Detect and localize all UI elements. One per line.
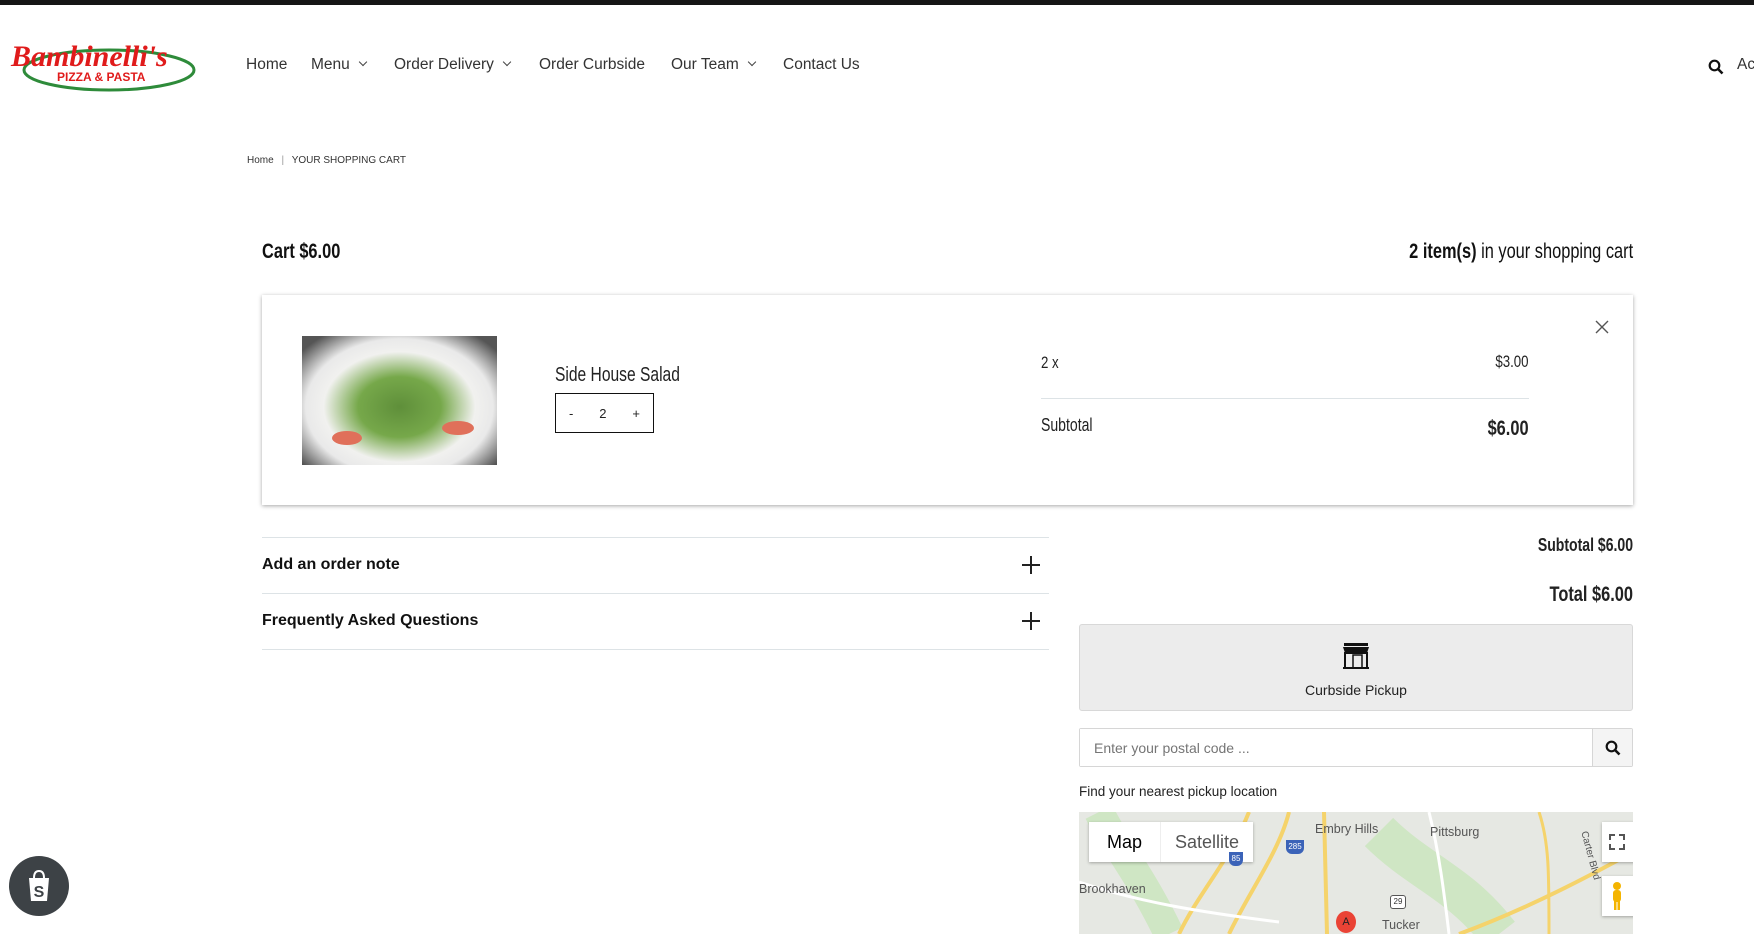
postal-search-button[interactable] (1592, 729, 1632, 766)
product-image[interactable] (302, 336, 497, 465)
shopify-badge[interactable]: S (9, 856, 69, 916)
logo[interactable]: Bambinelli's PIZZA & PASTA (9, 36, 197, 92)
street-view-pegman[interactable] (1602, 876, 1633, 916)
top-bar (0, 0, 1754, 5)
find-location-text: Find your nearest pickup location (1079, 784, 1278, 799)
accordion-order-note[interactable]: Add an order note (262, 538, 1049, 593)
cart-title-text: Cart $6.00 (262, 240, 341, 263)
nav-home[interactable]: Home (246, 56, 287, 74)
decrease-button[interactable]: - (569, 406, 573, 421)
accordion-label: Frequently Asked Questions (262, 612, 479, 629)
map-tab-map[interactable]: Map (1089, 822, 1162, 862)
interstate-shield: 285 (1286, 840, 1304, 854)
subtotal-label-text: Subtotal (1041, 415, 1093, 435)
tomato-slice (332, 431, 362, 445)
qty-label: 2 x (1041, 353, 1064, 373)
nav-our-team[interactable]: Our Team (671, 56, 757, 74)
shopify-bag-icon: S (29, 869, 49, 901)
storefront-icon (1343, 643, 1369, 669)
nav-label: Order Delivery (394, 56, 494, 73)
unit-price-text: $3.00 (1495, 352, 1529, 371)
item-subtotal-label: Subtotal (1041, 415, 1107, 436)
unit-price: $3.00 (1486, 352, 1529, 372)
item-name-text: Side House Salad (555, 364, 680, 386)
svg-text:PIZZA & PASTA: PIZZA & PASTA (57, 70, 146, 84)
accordion-label: Add an order note (262, 556, 400, 573)
logo-image: Bambinelli's PIZZA & PASTA (10, 40, 196, 92)
nav-menu[interactable]: Menu (311, 56, 368, 74)
fullscreen-button[interactable] (1602, 822, 1633, 862)
breadcrumb-current: YOUR SHOPPING CART (291, 155, 406, 166)
divider (262, 649, 1049, 650)
item-subtotal: $6.00 (1476, 417, 1529, 441)
pickup-map[interactable]: Map Satellite Embry Hills Pittsburg Broo… (1079, 812, 1633, 934)
postal-code-search (1079, 728, 1633, 767)
map-label: Brookhaven (1079, 882, 1146, 896)
summary-subtotal-text: Subtotal $6.00 (1537, 535, 1633, 555)
divider (1041, 398, 1529, 399)
cart-count: 2 item(s) in your shopping cart (1346, 240, 1633, 264)
us-route-shield: 29 (1390, 895, 1406, 909)
map-label: Pittsburg (1430, 825, 1480, 839)
search-icon[interactable] (1708, 59, 1724, 75)
interstate-shield: 85 (1229, 852, 1243, 866)
postal-code-input[interactable] (1080, 729, 1592, 766)
plus-icon[interactable] (1022, 612, 1040, 630)
cart-item-card: Side House Salad - 2 + 2 x $3.00 Subtota… (262, 295, 1633, 505)
chevron-down-icon (358, 57, 368, 67)
plus-icon[interactable] (1022, 556, 1040, 574)
nav-contact-us[interactable]: Contact Us (783, 56, 860, 74)
summary-total-text: Total $6.00 (1549, 583, 1633, 606)
close-icon[interactable] (1595, 320, 1609, 334)
curbside-pickup-label: Curbside Pickup (1305, 682, 1407, 698)
quantity-value[interactable]: 2 (599, 406, 606, 421)
search-icon (1605, 740, 1620, 755)
accordion-faq[interactable]: Frequently Asked Questions (262, 594, 1049, 649)
nav-order-delivery[interactable]: Order Delivery (394, 56, 512, 74)
nav-label: Menu (311, 56, 350, 73)
curbside-pickup-option[interactable]: Curbside Pickup (1079, 624, 1633, 711)
nav-order-curbside[interactable]: Order Curbside (539, 56, 645, 74)
increase-button[interactable]: + (632, 406, 640, 421)
map-marker[interactable]: A (1336, 911, 1356, 933)
breadcrumb-home[interactable]: Home (247, 155, 274, 166)
nav-label: Contact Us (783, 56, 860, 73)
breadcrumb-separator: | (281, 155, 285, 166)
nav-label: Order Curbside (539, 56, 645, 73)
tomato-slice (442, 421, 474, 435)
map-label: Tucker (1382, 918, 1420, 932)
cart-count-text: in your shopping cart (1476, 240, 1633, 263)
pegman-icon (1613, 882, 1621, 910)
account-link[interactable]: Ac (1737, 56, 1754, 74)
nav-label: Home (246, 56, 288, 73)
svg-text:S: S (34, 884, 45, 901)
map-label: Embry Hills (1315, 822, 1379, 836)
item-subtotal-text: $6.00 (1488, 417, 1529, 440)
item-name[interactable]: Side House Salad (555, 364, 715, 387)
svg-text:Bambinelli's: Bambinelli's (10, 40, 168, 73)
qty-label-text: 2 x (1041, 353, 1059, 372)
breadcrumb: Home | YOUR SHOPPING CART (247, 155, 406, 166)
nav-label: Our Team (671, 56, 739, 73)
fullscreen-icon (1609, 834, 1625, 850)
quantity-stepper[interactable]: - 2 + (555, 393, 654, 433)
summary-total: Total $6.00 (1526, 583, 1633, 607)
cart-title: Cart $6.00 (262, 240, 362, 264)
chevron-down-icon (502, 57, 512, 67)
chevron-down-icon (747, 57, 757, 67)
summary-subtotal: Subtotal $6.00 (1511, 535, 1633, 556)
cart-count-bold: 2 item(s) (1409, 240, 1477, 263)
